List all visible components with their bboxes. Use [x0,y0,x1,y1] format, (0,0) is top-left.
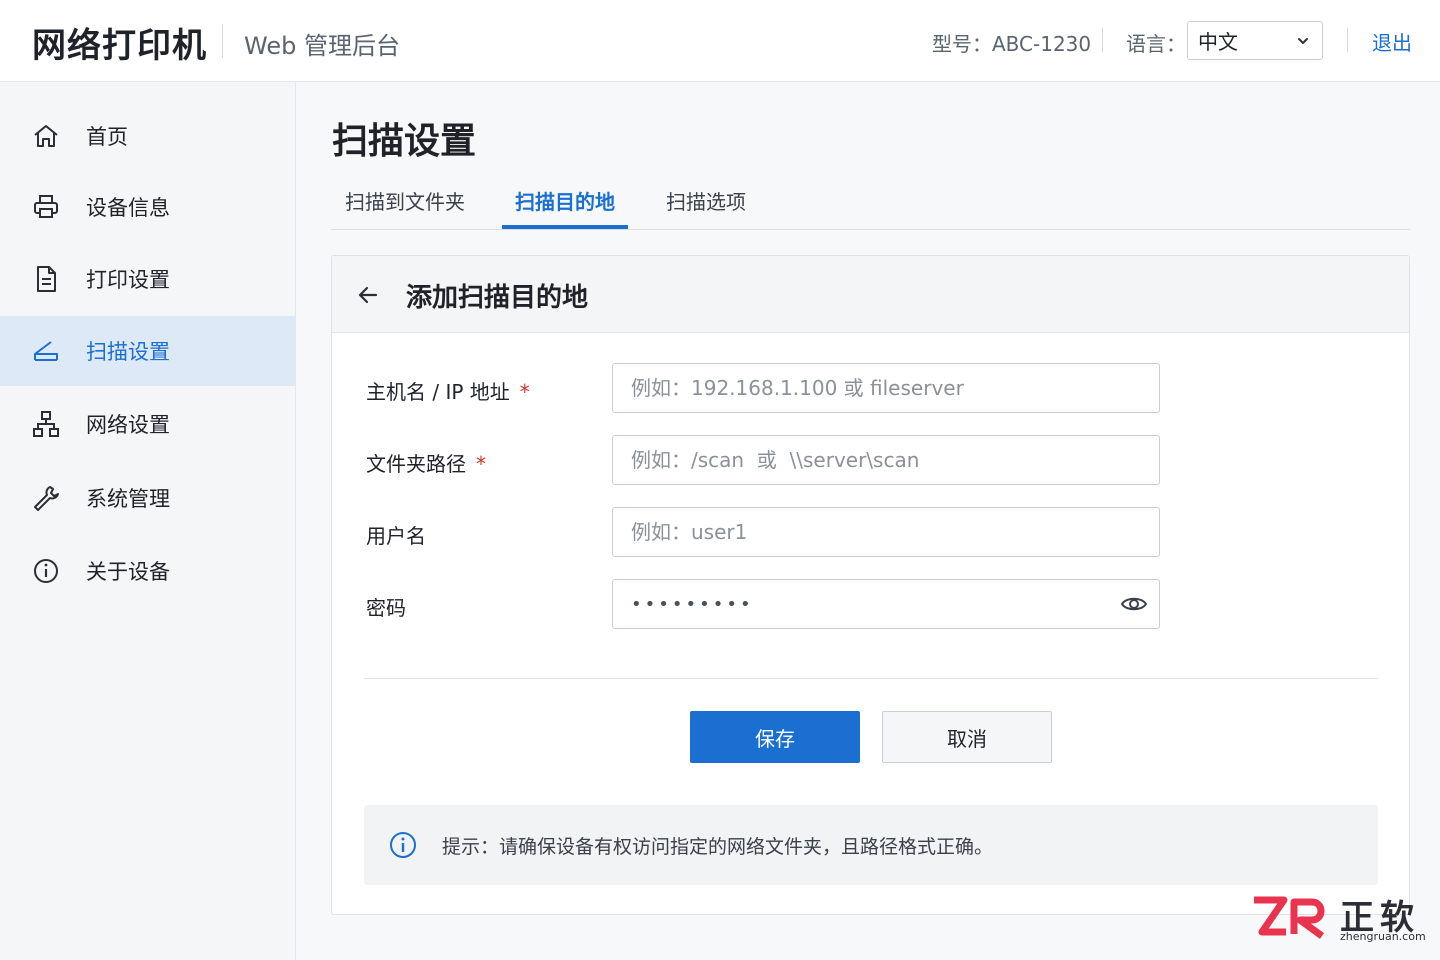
card-header: 添加扫描目的地 [332,256,1409,333]
info-icon [390,832,416,858]
document-icon [37,266,56,292]
active-tab-indicator [502,225,628,229]
sidebar-item-device-info[interactable]: 设备信息 [0,172,295,242]
tab-scan-destination[interactable]: 扫描目的地 [515,186,615,215]
back-arrow-icon[interactable] [356,282,382,308]
header-subtitle: Web 管理后台 [244,32,400,60]
card-title: 添加扫描目的地 [406,283,589,313]
wrench-icon [34,486,59,511]
language-select[interactable]: 中文 [1187,21,1323,60]
chevron-down-icon [1298,38,1308,44]
sidebar-item-network-settings[interactable]: 网络设置 [0,389,295,459]
password-label: 密码 [366,596,406,620]
sidebar-item-print-settings[interactable]: 打印设置 [0,244,295,314]
printer-icon [34,195,58,218]
tip-text: 提示：请确保设备有权访问指定的网络文件夹，且路径格式正确。 [442,836,994,858]
watermark-en: zhengruan.com [1340,930,1426,943]
sidebar-item-home[interactable]: 首页 [0,101,295,171]
sidebar-item-label: 打印设置 [86,268,170,292]
folder-path-label-text: 文件夹路径 [366,452,466,476]
scanner-icon [34,341,58,361]
sidebar-item-about[interactable]: 关于设备 [0,536,295,606]
tab-scan-options[interactable]: 扫描选项 [666,186,746,215]
sidebar-item-scan-settings[interactable]: 扫描设置 [0,316,295,386]
username-input[interactable] [612,507,1160,557]
sidebar-item-label: 系统管理 [86,487,170,511]
hostname-label: 主机名 / IP 地址 * [366,376,530,405]
hostname-input[interactable] [612,363,1160,413]
eye-icon[interactable] [1120,590,1148,618]
tab-bar: 扫描到文件夹 扫描目的地 扫描选项 [331,176,1410,230]
username-label: 用户名 [366,524,426,548]
brand-title: 网络打印机 [32,26,207,66]
sidebar-item-label: 网络设置 [86,413,170,437]
header-separator [1102,28,1103,52]
page-title: 扫描设置 [332,121,477,162]
tab-scan-to-folder[interactable]: 扫描到文件夹 [345,186,465,215]
sidebar-item-label: 设备信息 [86,196,170,220]
language-value: 中文 [1198,30,1238,54]
cancel-button[interactable]: 取消 [882,711,1052,763]
folder-path-input[interactable] [612,435,1160,485]
zr-logo-icon [1254,896,1325,939]
model-label: 型号：ABC-1230 [932,32,1092,56]
watermark-logo: 正软 zhengruan.com [1250,890,1430,946]
sidebar: 首页 设备信息 打印设置 扫描设置 网络设置 系统管理 关于设备 [0,82,296,960]
folder-path-label: 文件夹路径 * [366,448,486,477]
tip-box: 提示：请确保设备有权访问指定的网络文件夹，且路径格式正确。 [364,805,1378,885]
required-mark: * [519,380,530,404]
required-mark: * [476,452,486,476]
hostname-label-text: 主机名 / IP 地址 [366,380,510,404]
form-divider [364,678,1378,679]
add-destination-card: 添加扫描目的地 主机名 / IP 地址 * 文件夹路径 * 用户名 密码 保存 取消… [331,255,1410,915]
password-input[interactable] [612,579,1160,629]
info-icon [34,559,58,583]
top-header: 网络打印机 Web 管理后台 型号：ABC-1230 语言： 中文 退出 [0,0,1440,82]
network-icon [33,411,59,437]
header-divider [222,24,223,58]
language-label: 语言： [1126,32,1186,56]
sidebar-item-label: 扫描设置 [86,340,170,364]
save-button[interactable]: 保存 [690,711,860,763]
header-separator [1347,28,1348,52]
home-icon [34,125,58,147]
sidebar-item-label: 关于设备 [86,560,170,584]
logout-link[interactable]: 退出 [1372,27,1412,56]
sidebar-item-system-management[interactable]: 系统管理 [0,463,295,533]
sidebar-item-label: 首页 [86,125,128,149]
